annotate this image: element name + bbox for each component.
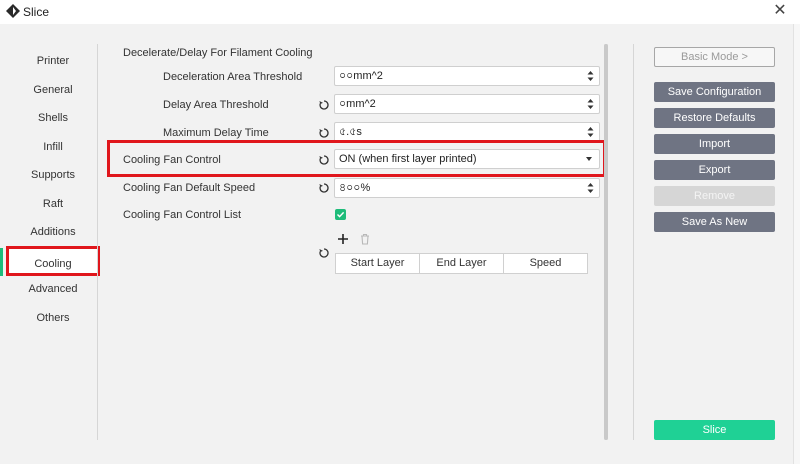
reset-arrow-icon[interactable] [318, 127, 330, 139]
nav-divider [97, 44, 98, 440]
reset-arrow-icon[interactable] [318, 182, 330, 194]
import-button[interactable]: Import [654, 134, 775, 154]
nav-item-advanced[interactable]: Advanced [0, 278, 106, 300]
delay-area-input[interactable]: ০mm^2 [334, 94, 600, 114]
actions-divider [633, 44, 634, 440]
delay-area-value: ০mm^2 [339, 98, 376, 110]
save-as-new-button[interactable]: Save As New [654, 212, 775, 232]
nav-item-additions[interactable]: Additions [0, 221, 106, 243]
trash-icon[interactable] [358, 232, 372, 246]
nav-item-supports[interactable]: Supports [0, 164, 106, 186]
slice-logo-icon [6, 4, 20, 18]
plus-icon[interactable] [336, 232, 350, 246]
basic-mode-button[interactable]: Basic Mode > [654, 47, 775, 67]
column-start-layer[interactable]: Start Layer [336, 254, 420, 273]
reset-arrow-icon[interactable] [318, 154, 330, 166]
nav-item-shells[interactable]: Shells [0, 107, 106, 129]
window-edge [793, 24, 800, 464]
fan-control-label: Cooling Fan Control [123, 154, 221, 166]
remove-button[interactable]: Remove [654, 186, 775, 206]
max-delay-input[interactable]: ৫.৫s [334, 122, 600, 142]
nav-item-others[interactable]: Others [0, 307, 106, 329]
nav-item-raft[interactable]: Raft [0, 193, 106, 215]
fan-default-speed-input[interactable]: ৪০০% [334, 178, 600, 198]
deceleration-area-label: Deceleration Area Threshold [163, 71, 303, 83]
spinner-icon[interactable] [587, 126, 594, 138]
spinner-icon[interactable] [587, 182, 594, 194]
restore-defaults-button[interactable]: Restore Defaults [654, 108, 775, 128]
fan-control-table-header: Start Layer End Layer Speed [335, 253, 588, 274]
max-delay-label: Maximum Delay Time [163, 127, 269, 139]
fan-control-value: ON (when first layer printed) [339, 153, 477, 165]
section-title: Decelerate/Delay For Filament Cooling [123, 47, 313, 59]
close-icon[interactable]: ✕ [772, 2, 788, 20]
fan-control-select[interactable]: ON (when first layer printed) [334, 149, 600, 169]
column-end-layer[interactable]: End Layer [420, 254, 504, 273]
active-accent-bar [0, 248, 3, 276]
title-bar: Slice ✕ [0, 0, 800, 24]
delay-area-label: Delay Area Threshold [163, 99, 269, 111]
export-button[interactable]: Export [654, 160, 775, 180]
nav-item-general[interactable]: General [0, 79, 106, 101]
settings-scrollbar[interactable] [604, 44, 608, 440]
nav-item-printer[interactable]: Printer [0, 50, 106, 72]
spinner-icon[interactable] [587, 98, 594, 110]
nav-item-cooling[interactable]: Cooling [6, 246, 100, 276]
slice-window: Slice ✕ Printer General Shells Infill Su… [0, 0, 800, 464]
deceleration-area-value: ০০mm^2 [339, 70, 383, 82]
fan-default-speed-value: ৪০০% [339, 182, 371, 194]
max-delay-value: ৫.৫s [339, 126, 362, 138]
nav-item-infill[interactable]: Infill [0, 136, 106, 158]
scrollbar-thumb[interactable] [604, 44, 608, 440]
fan-control-list-checkbox[interactable] [335, 209, 346, 220]
window-title: Slice [23, 5, 50, 19]
spinner-icon[interactable] [587, 70, 594, 82]
save-configuration-button[interactable]: Save Configuration [654, 82, 775, 102]
fan-default-speed-label: Cooling Fan Default Speed [123, 182, 256, 194]
column-speed[interactable]: Speed [504, 254, 587, 273]
fan-control-list-label: Cooling Fan Control List [123, 209, 242, 221]
slice-button[interactable]: Slice [654, 420, 775, 440]
reset-arrow-icon[interactable] [318, 99, 330, 111]
chevron-down-icon [586, 157, 592, 161]
deceleration-area-input[interactable]: ০০mm^2 [334, 66, 600, 86]
reset-arrow-icon[interactable] [318, 247, 330, 259]
